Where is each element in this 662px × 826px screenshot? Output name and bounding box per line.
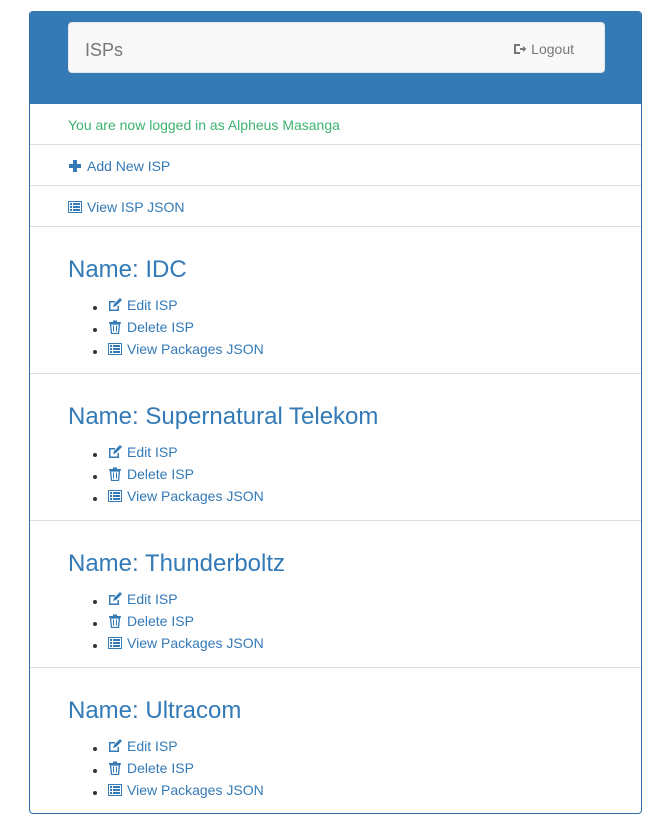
list-icon — [108, 783, 122, 797]
main-panel: ISPs Logout You are now logged in as Alp… — [29, 11, 642, 814]
view-isp-json-row: View ISP JSON — [30, 185, 641, 226]
trash-icon — [108, 761, 122, 775]
edit-isp-link[interactable]: Edit ISP — [108, 589, 178, 609]
isp-name: Name: Supernatural Telekom — [68, 403, 379, 430]
edit-icon — [108, 739, 122, 753]
list-item: Edit ISP — [108, 442, 264, 464]
trash-icon — [108, 614, 122, 628]
view-packages-json-label: View Packages JSON — [127, 488, 264, 504]
isp-item: Name: Supernatural Telekom Edit ISP Dele… — [30, 373, 641, 520]
isp-item: Name: Ultracom Edit ISP Delete ISP View … — [30, 667, 641, 813]
list-item: View Packages JSON — [108, 339, 264, 361]
trash-icon — [108, 467, 122, 481]
list-item: Delete ISP — [108, 317, 264, 339]
isp-actions-list: Edit ISP Delete ISP View Packages JSON — [68, 589, 264, 655]
header-bar: ISPs Logout — [30, 11, 641, 104]
edit-isp-link[interactable]: Edit ISP — [108, 736, 178, 756]
edit-isp-label: Edit ISP — [127, 591, 178, 607]
delete-isp-label: Delete ISP — [127, 466, 194, 482]
flash-message: You are now logged in as Alpheus Masanga — [68, 117, 340, 133]
logout-icon — [513, 42, 527, 56]
delete-isp-link[interactable]: Delete ISP — [108, 758, 194, 778]
list-icon — [108, 489, 122, 503]
list-icon — [68, 200, 82, 214]
list-icon — [108, 342, 122, 356]
edit-isp-label: Edit ISP — [127, 297, 178, 313]
delete-isp-link[interactable]: Delete ISP — [108, 464, 194, 484]
isp-item: Name: IDC Edit ISP Delete ISP View Packa… — [30, 226, 641, 373]
list-item: Delete ISP — [108, 464, 264, 486]
list-item: View Packages JSON — [108, 780, 264, 802]
view-packages-json-label: View Packages JSON — [127, 635, 264, 651]
add-new-isp-link[interactable]: Add New ISP — [68, 158, 170, 174]
list-icon — [108, 636, 122, 650]
trash-icon — [108, 320, 122, 334]
view-packages-json-link[interactable]: View Packages JSON — [108, 339, 264, 359]
navbar-brand[interactable]: ISPs — [85, 40, 123, 60]
edit-icon — [108, 445, 122, 459]
flash-message-row: You are now logged in as Alpheus Masanga — [30, 104, 641, 144]
list-item: Edit ISP — [108, 736, 264, 758]
edit-icon — [108, 592, 122, 606]
list-item: Delete ISP — [108, 611, 264, 633]
isp-name: Name: Ultracom — [68, 697, 242, 724]
edit-icon — [108, 298, 122, 312]
list-item: View Packages JSON — [108, 486, 264, 508]
isp-name: Name: IDC — [68, 256, 187, 283]
navbar: ISPs Logout — [68, 22, 605, 73]
add-new-isp-label: Add New ISP — [87, 158, 171, 174]
isp-actions-list: Edit ISP Delete ISP View Packages JSON — [68, 736, 264, 802]
list-item: Edit ISP — [108, 295, 264, 317]
edit-isp-link[interactable]: Edit ISP — [108, 295, 178, 315]
delete-isp-link[interactable]: Delete ISP — [108, 611, 194, 631]
view-packages-json-link[interactable]: View Packages JSON — [108, 486, 264, 506]
view-isp-json-link[interactable]: View ISP JSON — [68, 199, 185, 215]
edit-isp-link[interactable]: Edit ISP — [108, 442, 178, 462]
view-packages-json-label: View Packages JSON — [127, 341, 264, 357]
isp-item: Name: Thunderboltz Edit ISP Delete ISP V… — [30, 520, 641, 667]
edit-isp-label: Edit ISP — [127, 444, 178, 460]
view-packages-json-label: View Packages JSON — [127, 782, 264, 798]
edit-isp-label: Edit ISP — [127, 738, 178, 754]
delete-isp-label: Delete ISP — [127, 760, 194, 776]
view-isp-json-label: View ISP JSON — [87, 199, 185, 215]
logout-button[interactable]: Logout — [513, 40, 574, 58]
list-item: Delete ISP — [108, 758, 264, 780]
delete-isp-label: Delete ISP — [127, 319, 194, 335]
logout-label: Logout — [531, 41, 574, 57]
isp-name: Name: Thunderboltz — [68, 550, 286, 577]
delete-isp-link[interactable]: Delete ISP — [108, 317, 194, 337]
list-item: Edit ISP — [108, 589, 264, 611]
view-packages-json-link[interactable]: View Packages JSON — [108, 780, 264, 800]
view-packages-json-link[interactable]: View Packages JSON — [108, 633, 264, 653]
add-isp-row: Add New ISP — [30, 144, 641, 185]
plus-icon — [68, 159, 82, 173]
delete-isp-label: Delete ISP — [127, 613, 194, 629]
isp-actions-list: Edit ISP Delete ISP View Packages JSON — [68, 442, 264, 508]
list-item: View Packages JSON — [108, 633, 264, 655]
isp-actions-list: Edit ISP Delete ISP View Packages JSON — [68, 295, 264, 361]
